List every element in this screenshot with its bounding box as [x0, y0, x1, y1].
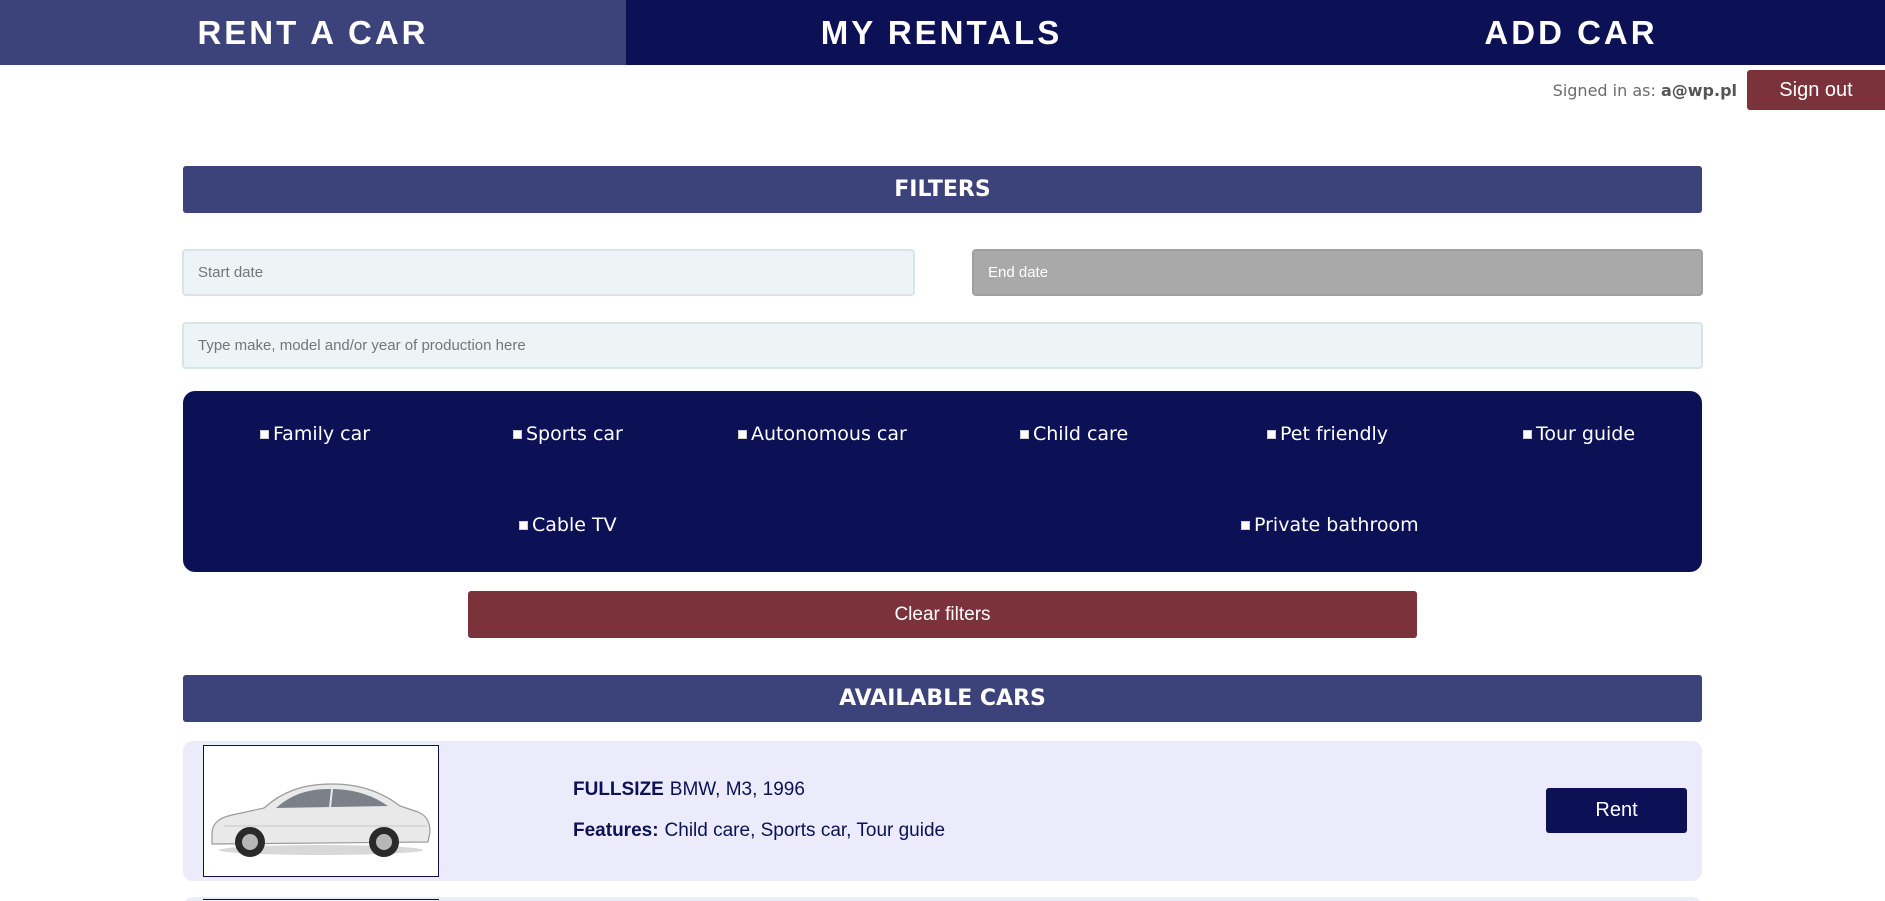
top-navigation: RENT A CAR MY RENTALS ADD CAR: [0, 0, 1885, 65]
feature-label: Family car: [273, 423, 371, 445]
start-date-input[interactable]: [182, 249, 915, 296]
car-list-item-next: [183, 897, 1702, 901]
car-image-icon: [211, 783, 431, 857]
feature-checkbox-pet-friendly[interactable]: Pet friendly: [1267, 423, 1388, 445]
sign-out-button[interactable]: Sign out: [1747, 70, 1885, 110]
checkbox-icon[interactable]: [1267, 429, 1276, 439]
feature-checkbox-child-care[interactable]: Child care: [1020, 423, 1128, 445]
car-features-label: Features:: [573, 820, 659, 841]
car-photo-icon: [203, 745, 439, 877]
car-list-item: FULLSIZE BMW, M3, 1996 Features: Child car…: [183, 741, 1702, 881]
feature-label: Child care: [1033, 423, 1129, 445]
car-features-list: Child care, Sports car, Tour guide: [664, 820, 946, 841]
end-date-input[interactable]: [972, 249, 1703, 296]
signed-in-label: Signed in as:: [1552, 81, 1656, 100]
feature-label: Sports car: [526, 423, 623, 445]
checkbox-icon[interactable]: [1523, 429, 1532, 439]
feature-label: Cable TV: [532, 514, 617, 536]
rent-button[interactable]: Rent: [1546, 788, 1687, 833]
car-description: BMW, M3, 1996: [669, 779, 805, 800]
feature-checkbox-autonomous-car[interactable]: Autonomous car: [738, 423, 907, 445]
feature-label: Autonomous car: [751, 423, 907, 445]
feature-label: Private bathroom: [1254, 514, 1419, 536]
car-category: FULLSIZE: [573, 779, 664, 800]
feature-checkbox-family-car[interactable]: Family car: [260, 423, 370, 445]
checkbox-icon[interactable]: [1020, 429, 1029, 439]
checkbox-icon[interactable]: [519, 520, 528, 530]
user-email: a@wp.pl: [1660, 81, 1737, 100]
feature-checkbox-cable-tv[interactable]: Cable TV: [519, 514, 617, 536]
filters-header: FILTERS: [183, 166, 1702, 213]
tab-add-car[interactable]: ADD CAR: [1257, 0, 1885, 65]
tab-my-rentals[interactable]: MY RENTALS: [626, 0, 1257, 65]
tab-rent-a-car[interactable]: RENT A CAR: [0, 0, 626, 65]
available-cars-header: AVAILABLE CARS: [183, 675, 1702, 722]
feature-label: Pet friendly: [1280, 423, 1389, 445]
feature-filters-panel: Family car Sports car Autonomous car Chi…: [183, 391, 1702, 572]
checkbox-icon[interactable]: [260, 429, 269, 439]
feature-checkbox-private-bathroom[interactable]: Private bathroom: [1241, 514, 1419, 536]
checkbox-icon[interactable]: [1241, 520, 1250, 530]
checkbox-icon[interactable]: [738, 429, 747, 439]
car-search-input[interactable]: [182, 322, 1703, 369]
feature-checkbox-sports-car[interactable]: Sports car: [513, 423, 623, 445]
signed-in-info: Signed in as: a@wp.pl: [1553, 81, 1737, 100]
feature-label: Tour guide: [1536, 423, 1636, 445]
car-title: FULLSIZE BMW, M3, 1996: [573, 779, 805, 801]
feature-checkbox-tour-guide[interactable]: Tour guide: [1523, 423, 1635, 445]
car-features: Features: Child care, Sports car, Tour gu…: [573, 820, 945, 842]
clear-filters-button[interactable]: Clear filters: [468, 591, 1417, 638]
checkbox-icon[interactable]: [513, 429, 522, 439]
